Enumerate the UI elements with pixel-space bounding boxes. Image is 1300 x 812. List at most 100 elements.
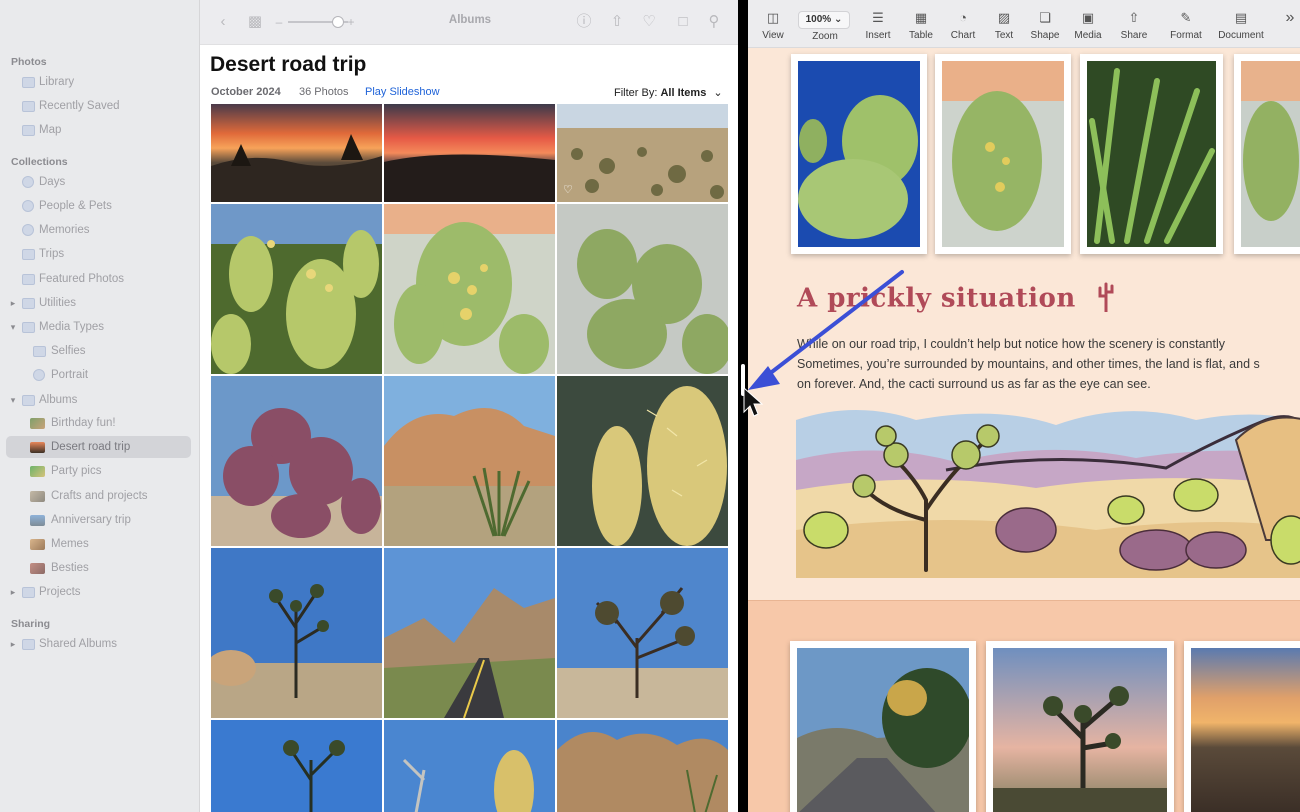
sidebar-item-party-pics[interactable]: Party pics (6, 460, 191, 482)
chevron-right-icon[interactable]: ▸ (9, 587, 17, 598)
sidebar-item-library[interactable]: Library (6, 71, 191, 93)
search-icon[interactable]: ⚲ (705, 12, 723, 32)
share-label: Share (1120, 30, 1148, 41)
heart-icon[interactable]: ♡ (640, 12, 658, 32)
photo-thumbnail[interactable] (384, 204, 555, 374)
sidebar-item-birthday-fun[interactable]: Birthday fun! (6, 412, 191, 434)
zoom-select[interactable]: 100% ⌄ (798, 11, 850, 29)
photo-thumbnail[interactable] (384, 548, 555, 718)
photo-frame[interactable] (1184, 641, 1300, 812)
sidebar-item-anniversary-trip[interactable]: Anniversary trip (6, 509, 191, 531)
desert-illustration[interactable] (796, 400, 1300, 578)
photo-thumbnail[interactable] (557, 548, 728, 718)
zoom-slider-knob[interactable] (332, 16, 344, 28)
sidebar-item-label: Portrait (51, 369, 89, 381)
photo-thumbnail[interactable] (211, 376, 382, 546)
rotate-photo-icon[interactable]: □ (674, 12, 692, 32)
photo-thumbnail[interactable] (384, 376, 555, 546)
filter-dropdown[interactable]: Filter By: All Items ⌄ (614, 86, 723, 99)
text-button[interactable]: ▨ Text (989, 8, 1019, 41)
sidebar-item-besties[interactable]: Besties (6, 557, 191, 579)
format-brush-icon: ✎ (1180, 10, 1192, 25)
document-button[interactable]: ▤ Document (1217, 8, 1265, 41)
media-label: Media (1074, 30, 1102, 41)
album-thumbnail (30, 441, 45, 453)
photo-thumbnail[interactable] (384, 104, 555, 202)
sidebar-item-crafts-and-projects[interactable]: Crafts and projects (6, 485, 191, 507)
table-icon: ▦ (914, 10, 928, 25)
chevron-down-icon: ⌄ (713, 87, 723, 99)
photo-thumbnail[interactable] (557, 204, 728, 374)
chart-button[interactable]: ◔ Chart (947, 8, 979, 41)
sidebar-item-albums[interactable]: ▾ Albums (6, 389, 191, 411)
sidebar-item-media-types[interactable]: ▾ Media Types (6, 316, 191, 338)
sidebar-item-featured-photos[interactable]: Featured Photos (6, 268, 191, 290)
sidebar-item-portrait[interactable]: Portrait (6, 364, 191, 386)
more-toolbar-button[interactable]: » (1282, 8, 1298, 28)
format-label: Format (1170, 30, 1202, 41)
sidebar-item-memories[interactable]: Memories (6, 219, 191, 241)
sidebar-item-selfies[interactable]: Selfies (6, 340, 191, 362)
album-thumbnail (30, 538, 45, 550)
rotate-icon[interactable]: ▩ (247, 12, 263, 32)
sidebar-item-trips[interactable]: Trips (6, 243, 191, 265)
photo-thumbnail[interactable] (557, 376, 728, 546)
sidebar-item-label: People & Pets (39, 200, 112, 212)
photo-thumbnail[interactable] (211, 720, 382, 812)
photo-frame[interactable] (935, 54, 1071, 254)
photo-frame[interactable] (1080, 54, 1223, 254)
sidebar-item-shared-albums[interactable]: ▸ Shared Albums (6, 633, 191, 655)
document-canvas[interactable]: A prickly situation While on our road tr… (748, 48, 1300, 812)
chevron-down-icon[interactable]: ▾ (9, 395, 17, 406)
sidebar-item-label: Selfies (51, 345, 86, 357)
shape-label: Shape (1030, 30, 1060, 41)
back-chevron-icon[interactable]: ‹ (216, 12, 230, 32)
sidebar-item-projects[interactable]: ▸ Projects (6, 581, 191, 603)
photo-frame[interactable] (791, 54, 927, 254)
utilities-icon (22, 297, 35, 309)
zoom-in-icon[interactable]: + (346, 12, 356, 32)
media-button[interactable]: ▣ Media (1071, 8, 1105, 41)
sidebar-item-utilities[interactable]: ▸ Utilities (6, 292, 191, 314)
document-heading[interactable]: A prickly situation (797, 280, 1115, 319)
split-view-handle[interactable] (741, 364, 745, 396)
chevron-right-icon[interactable]: ▸ (9, 298, 17, 309)
chevron-right-icon[interactable]: ▸ (9, 639, 17, 650)
share-button[interactable]: ⇧ Share (1117, 8, 1151, 41)
photo-thumbnail[interactable] (384, 720, 555, 812)
format-button[interactable]: ✎ Format (1167, 8, 1205, 41)
portrait-icon (33, 369, 45, 381)
sidebar-item-label: Featured Photos (39, 273, 125, 285)
photo-thumbnail[interactable]: ♡ (557, 104, 728, 202)
view-button[interactable]: ◫ View (758, 8, 788, 41)
play-slideshow-link[interactable]: Play Slideshow (365, 86, 440, 98)
sidebar-item-days[interactable]: Days (6, 171, 191, 193)
sidebar-item-desert-road-trip[interactable]: Desert road trip (6, 436, 191, 458)
share-icon[interactable]: ⇧ (608, 12, 626, 32)
sidebar-item-people-pets[interactable]: People & Pets (6, 195, 191, 217)
table-button[interactable]: ▦ Table (905, 8, 937, 41)
share-icon: ⇧ (1128, 10, 1140, 25)
zoom-out-icon[interactable]: – (274, 12, 284, 32)
sidebar-item-memes[interactable]: Memes (6, 533, 191, 555)
photo-thumbnail[interactable] (211, 548, 382, 718)
sidebar-item-map[interactable]: Map (6, 119, 191, 141)
photo-frame[interactable] (790, 641, 976, 812)
photo-frame[interactable] (1234, 54, 1300, 254)
photo-library-icon (22, 76, 35, 88)
photo-frame[interactable] (986, 641, 1174, 812)
sidebar-item-recently-saved[interactable]: Recently Saved (6, 95, 191, 117)
favorite-heart-icon[interactable]: ♡ (563, 183, 573, 196)
insert-button[interactable]: ☰ Insert (861, 8, 895, 41)
shape-button[interactable]: ❏ Shape (1028, 8, 1062, 41)
split-view-divider[interactable] (738, 0, 748, 812)
body-paragraph[interactable]: While on our road trip, I couldn’t help … (797, 334, 1300, 394)
photo-thumbnail[interactable] (557, 720, 728, 812)
insert-label: Insert (865, 30, 891, 41)
photo-thumbnail[interactable] (211, 104, 382, 202)
road-photo (797, 648, 969, 812)
info-icon[interactable]: ⓘ (575, 12, 593, 32)
zoom-button[interactable]: Zoom (806, 28, 844, 42)
chevron-down-icon[interactable]: ▾ (9, 322, 17, 333)
photo-thumbnail[interactable] (211, 204, 382, 374)
